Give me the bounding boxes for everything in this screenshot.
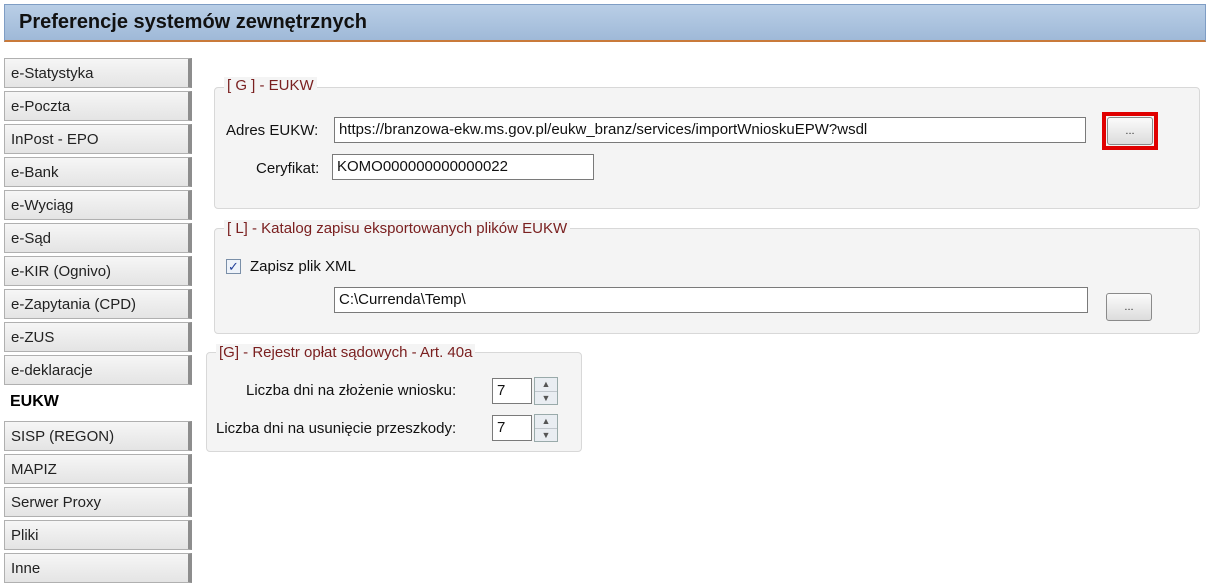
catalog-group-legend: [ L] - Katalog zapisu eksportowanych pli… <box>224 220 571 237</box>
days-submit-input[interactable]: 7 <box>492 378 532 404</box>
up-arrow-icon[interactable]: ▲ <box>535 415 557 429</box>
sidebar-item-e-sad[interactable]: e-Sąd <box>4 223 192 253</box>
address-input[interactable]: https://branzowa-ekw.ms.gov.pl/eukw_bran… <box>334 117 1086 143</box>
cert-input[interactable]: KOMO000000000000022 <box>332 154 594 180</box>
checkmark-icon: ✓ <box>228 259 239 274</box>
days-submit-spinner[interactable]: ▲ ▼ <box>534 377 558 405</box>
up-arrow-icon[interactable]: ▲ <box>535 378 557 392</box>
window-title: Preferencje systemów zewnętrznych <box>19 11 367 33</box>
down-arrow-icon[interactable]: ▼ <box>535 392 557 405</box>
save-xml-checkbox[interactable]: ✓ <box>226 259 241 274</box>
sidebar-item-serwer-proxy[interactable]: Serwer Proxy <box>4 487 192 517</box>
eukw-group <box>214 87 1200 209</box>
sidebar: e-Statystyka e-Poczta InPost - EPO e-Ban… <box>4 58 194 588</box>
eukw-group-legend: [ G ] - EUKW <box>224 77 317 94</box>
sidebar-item-e-statystyka[interactable]: e-Statystyka <box>4 58 192 88</box>
sidebar-item-e-wyciag[interactable]: e-Wyciąg <box>4 190 192 220</box>
save-xml-label: Zapisz plik XML <box>250 258 356 275</box>
sidebar-item-e-zapytania[interactable]: e-Zapytania (CPD) <box>4 289 192 319</box>
sidebar-item-inpost-epo[interactable]: InPost - EPO <box>4 124 192 154</box>
fees-group-legend: [G] - Rejestr opłat sądowych - Art. 40a <box>216 344 476 361</box>
sidebar-item-inne[interactable]: Inne <box>4 553 192 583</box>
sidebar-item-sisp-regon[interactable]: SISP (REGON) <box>4 421 192 451</box>
cert-label: Ceryfikat: <box>256 160 320 177</box>
sidebar-item-e-deklaracje[interactable]: e-deklaracje <box>4 355 192 385</box>
catalog-group <box>214 228 1200 334</box>
sidebar-item-pliki[interactable]: Pliki <box>4 520 192 550</box>
days-remove-input[interactable]: 7 <box>492 415 532 441</box>
sidebar-item-e-poczta[interactable]: e-Poczta <box>4 91 192 121</box>
settings-panel: [ G ] - EUKW Adres EUKW: https://branzow… <box>194 58 1206 588</box>
days-submit-label: Liczba dni na złożenie wniosku: <box>246 382 457 399</box>
sidebar-item-e-kir[interactable]: e-KIR (Ognivo) <box>4 256 192 286</box>
address-browse-button[interactable]: ... <box>1107 117 1153 145</box>
sidebar-item-e-zus[interactable]: e-ZUS <box>4 322 192 352</box>
down-arrow-icon[interactable]: ▼ <box>535 429 557 442</box>
sidebar-item-e-bank[interactable]: e-Bank <box>4 157 192 187</box>
days-remove-spinner[interactable]: ▲ ▼ <box>534 414 558 442</box>
address-label: Adres EUKW: <box>226 122 319 139</box>
days-remove-label: Liczba dni na usunięcie przeszkody: <box>216 420 457 437</box>
path-input[interactable]: C:\Currenda\Temp\ <box>334 287 1088 313</box>
window-title-bar: Preferencje systemów zewnętrznych <box>4 4 1206 42</box>
path-browse-button[interactable]: ... <box>1106 293 1152 321</box>
sidebar-item-eukw[interactable]: EUKW <box>4 388 192 418</box>
sidebar-item-mapiz[interactable]: MAPIZ <box>4 454 192 484</box>
